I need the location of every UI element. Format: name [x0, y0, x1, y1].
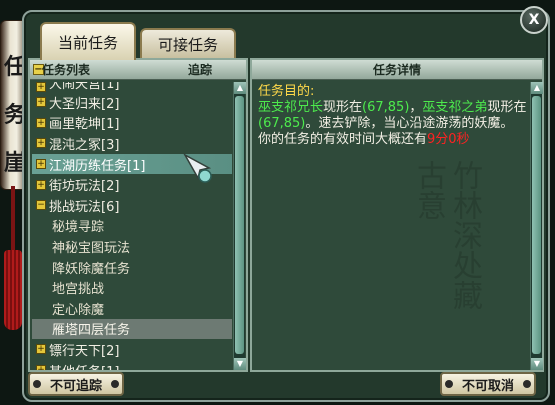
objective-description: 巫支祁兄长现形在(67,85)，巫支祁之弟现形在(67,85)。速去铲除，当心沿…	[258, 100, 528, 132]
expand-icon[interactable]: +	[36, 179, 46, 190]
task-item-label: 大闹天宫[1]	[49, 82, 120, 92]
task-sub-item[interactable]: 秘境寻踪	[32, 216, 232, 237]
scroll-down-icon[interactable]: ▼	[531, 358, 543, 370]
task-group-item[interactable]: + 混沌之冢[3]	[32, 133, 232, 154]
task-group-item[interactable]: + 镖行天下[2]	[32, 339, 232, 360]
expand-icon[interactable]: +	[36, 138, 46, 149]
objective-text: 。速去铲除，当心沿途游荡的妖魔。	[305, 116, 514, 131]
collapse-icon[interactable]: −	[36, 200, 46, 211]
task-item-label: 地宫挑战	[52, 282, 105, 298]
task-item-label: 镖行天下[2]	[49, 343, 120, 359]
npc-link-1[interactable]: 巫支祁兄长	[258, 100, 323, 115]
coordinate-link-2[interactable]: (67,85)	[258, 116, 305, 131]
task-item-label: 其他任务[1]	[49, 361, 119, 370]
task-list-scrollbar[interactable]: ▲ ▼	[233, 82, 246, 370]
expand-icon[interactable]: +	[36, 117, 46, 128]
scroll-thumb[interactable]	[532, 96, 541, 354]
task-detail-title: 任务详情	[372, 63, 421, 77]
task-item-label: 雁塔四层任务	[52, 323, 131, 339]
scroll-up-icon[interactable]: ▲	[531, 82, 543, 94]
task-list: + 大闹天宫[1] + 大圣归来[2] + 画里乾坤[1] + 混沌之冢[3] + 江湖历练任务[…	[32, 82, 232, 370]
task-detail-panel: 任务详情 竹林深处藏古意 任务目的: 巫支祁兄长现形在(67,85)，巫支祁之弟…	[250, 58, 544, 372]
cancel-task-button[interactable]: 不可取消	[440, 372, 536, 396]
game-cursor-icon	[183, 153, 212, 183]
task-list-title: 任务列表	[42, 63, 91, 77]
objective-label: 任务目的:	[258, 84, 315, 99]
task-list-panel: − 任务列表 追踪 + 大闹天宫[1] + 大圣归来[2] + 画里乾坤[1] + 混沌之冢[…	[28, 58, 248, 372]
task-detail-header: 任务详情	[252, 60, 542, 80]
untrack-button-label: 不可追踪	[49, 378, 102, 394]
ink-painting-watermark: 竹林深处藏古意	[411, 160, 482, 310]
npc-link-2[interactable]: 巫支祁之弟	[422, 100, 487, 115]
objective-separator: ，	[409, 100, 423, 115]
task-detail-text: 任务目的: 巫支祁兄长现形在(67,85)，巫支祁之弟现形在(67,85)。速去…	[258, 84, 528, 148]
task-item-label: 秘境寻踪	[52, 220, 105, 236]
tab-current-tasks[interactable]: 当前任务	[40, 22, 136, 60]
task-group-item[interactable]: +其他任务[1]	[32, 360, 232, 370]
button-rivet-icon	[523, 380, 531, 388]
tassel-decoration	[4, 250, 22, 330]
scroll-down-icon[interactable]: ▼	[234, 358, 246, 370]
expand-icon[interactable]: +	[36, 159, 46, 170]
coordinate-link-1[interactable]: (67,85)	[362, 100, 409, 115]
objective-text: 现形在	[323, 100, 363, 115]
task-item-label: 街坊玩法[2]	[49, 179, 120, 195]
task-item-label: 江湖历练任务[1]	[49, 158, 146, 174]
task-sub-item[interactable]: 降妖除魔任务	[32, 257, 232, 278]
task-group-item[interactable]: − 挑战玩法[6]	[32, 195, 232, 216]
task-item-label: 大圣归来[2]	[49, 96, 120, 112]
task-sub-item[interactable]: 地宫挑战	[32, 277, 232, 298]
task-list-header: − 任务列表 追踪	[30, 60, 246, 80]
track-column-title: 追踪	[188, 63, 213, 77]
tab-available-tasks[interactable]: 可接任务	[140, 28, 236, 58]
untrack-button[interactable]: 不可追踪	[28, 372, 124, 396]
time-remaining: 你的任务的有效时间大概还有9分0秒	[258, 132, 528, 148]
button-rivet-icon	[445, 380, 453, 388]
cancel-task-button-label: 不可取消	[461, 378, 514, 394]
expand-icon[interactable]: +	[36, 365, 46, 370]
time-remaining-label: 你的任务的有效时间大概还有	[258, 132, 428, 147]
scroll-up-icon[interactable]: ▲	[234, 82, 246, 94]
task-detail-scrollbar[interactable]: ▲ ▼	[530, 82, 543, 370]
close-icon: X	[528, 12, 540, 28]
button-rivet-icon	[33, 380, 41, 388]
button-rivet-icon	[111, 380, 119, 388]
objective-text: 现形在	[487, 100, 527, 115]
task-item-label: 画里乾坤[1]	[49, 117, 120, 133]
task-sub-item[interactable]: 雁塔四层任务	[32, 318, 232, 340]
time-remaining-value: 9分0秒	[427, 132, 470, 147]
task-item-label: 定心除魔	[52, 302, 105, 318]
scroll-thumb[interactable]	[235, 96, 244, 354]
task-group-item[interactable]: + 大圣归来[2]	[32, 92, 232, 113]
expand-icon[interactable]: +	[36, 82, 46, 92]
task-sub-item[interactable]: 定心除魔	[32, 298, 232, 319]
task-group-item[interactable]: + 画里乾坤[1]	[32, 113, 232, 134]
task-item-label: 挑战玩法[6]	[49, 199, 120, 215]
task-item-label: 降妖除魔任务	[52, 261, 131, 277]
expand-icon[interactable]: +	[36, 97, 46, 108]
task-item-label: 混沌之冢[3]	[49, 137, 120, 153]
task-item-label: 神秘宝图玩法	[52, 240, 131, 256]
expand-icon[interactable]: +	[36, 344, 46, 355]
tassel-cord-decoration	[11, 186, 15, 256]
close-button[interactable]: X	[520, 6, 548, 34]
task-group-item[interactable]: + 大闹天宫[1]	[32, 82, 232, 92]
task-sub-item[interactable]: 神秘宝图玩法	[32, 236, 232, 257]
